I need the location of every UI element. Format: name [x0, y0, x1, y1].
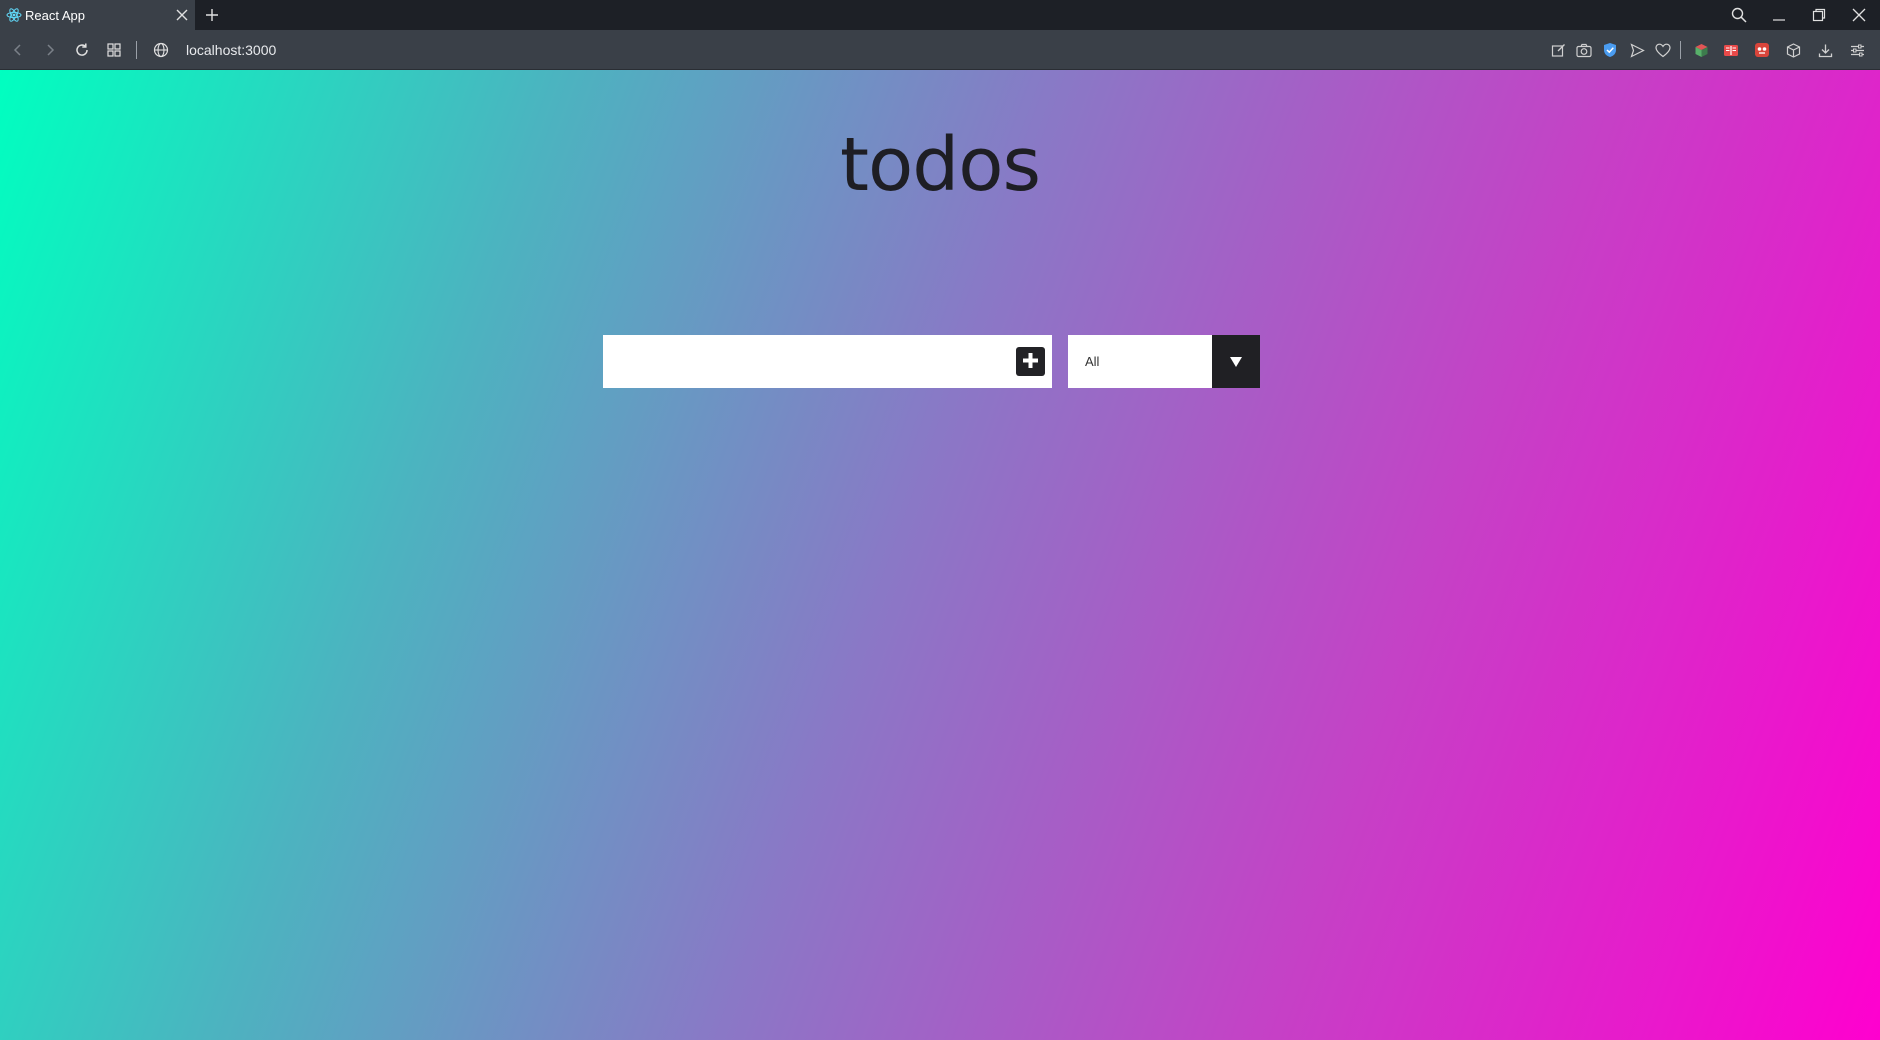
minimize-icon[interactable] [1765, 3, 1793, 27]
plus-icon [1021, 351, 1040, 373]
new-tab-plus-icon[interactable] [201, 4, 223, 26]
tab-react-app[interactable]: React App [0, 0, 195, 30]
toolbar-divider [136, 41, 137, 59]
shield-icon[interactable] [1600, 40, 1620, 60]
heart-icon[interactable] [1653, 40, 1673, 60]
app-title: todos [839, 122, 1041, 208]
todo-input[interactable] [603, 335, 1052, 388]
address-toolbar: localhost:3000 [0, 30, 1880, 70]
tab-grid-icon[interactable] [104, 40, 124, 60]
mascot-extension-icon[interactable] [1752, 40, 1772, 60]
reload-icon[interactable] [72, 40, 92, 60]
box-icon[interactable] [1783, 40, 1803, 60]
dropdown-arrow-icon[interactable] [1212, 335, 1260, 388]
tab-strip: React App [0, 0, 1880, 30]
toolbar-divider [1680, 41, 1681, 59]
cube-extension-icon[interactable] [1691, 40, 1711, 60]
todo-form: All [603, 335, 1260, 388]
tab-title: React App [25, 8, 85, 23]
send-icon[interactable] [1627, 40, 1647, 60]
filter-selected-value: All [1085, 354, 1100, 369]
settings-sliders-icon[interactable] [1847, 40, 1867, 60]
forward-arrow-icon[interactable] [40, 40, 60, 60]
react-logo-icon [6, 7, 22, 23]
address-bar-url[interactable]: localhost:3000 [186, 42, 276, 58]
edit-page-icon[interactable] [1548, 40, 1568, 60]
filter-select[interactable]: All [1068, 335, 1260, 388]
page-viewport: todos All [0, 70, 1880, 1040]
globe-icon[interactable] [151, 40, 171, 60]
close-window-icon[interactable] [1845, 3, 1873, 27]
search-tabs-icon[interactable] [1725, 3, 1753, 27]
add-todo-button[interactable] [1016, 347, 1045, 376]
back-arrow-icon[interactable] [8, 40, 28, 60]
restore-icon[interactable] [1805, 3, 1833, 27]
download-icon[interactable] [1815, 40, 1835, 60]
close-tab-icon[interactable] [173, 6, 191, 24]
book-extension-icon[interactable] [1721, 40, 1741, 60]
camera-icon[interactable] [1574, 40, 1594, 60]
